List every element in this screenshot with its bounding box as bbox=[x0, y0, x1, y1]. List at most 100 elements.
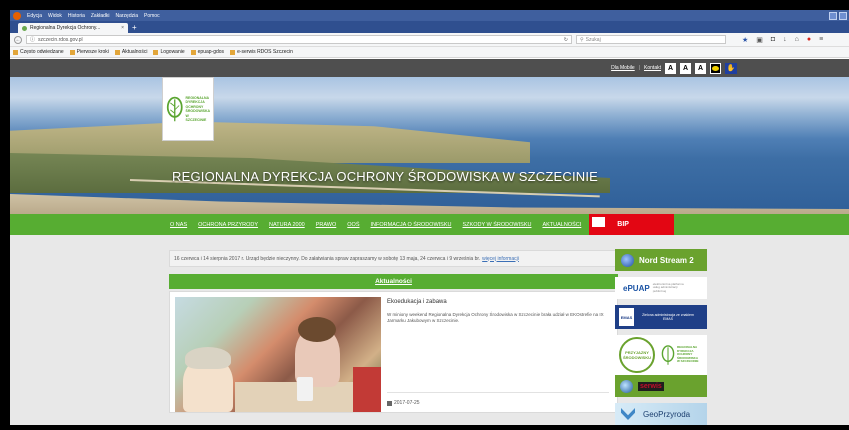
eco-seal-icon: PRZYJAZNY ŚRODOWISKU bbox=[619, 337, 655, 373]
menu-icon[interactable]: ≡ bbox=[819, 36, 823, 44]
bookmark-item[interactable]: Często odwiedzane bbox=[13, 49, 64, 55]
geoprzyroda-banner[interactable]: GeoPrzyroda bbox=[615, 403, 707, 425]
nav-informacja[interactable]: INFORMACJA O ŚRODOWISKU bbox=[371, 222, 452, 228]
favicon-icon bbox=[22, 25, 27, 31]
reload-icon[interactable]: ↻ bbox=[564, 37, 568, 43]
bookmark-icon bbox=[13, 49, 18, 55]
utility-bar: Dla Mobile | Kontakt A A A ✋ bbox=[10, 59, 849, 77]
news-article: Ekoedukacja i zabawa W miniony weekend R… bbox=[169, 291, 618, 413]
article-excerpt: W miniony weekend Regionalna Dyrekcja Oc… bbox=[387, 312, 604, 323]
geoprzyroda-label: GeoPrzyroda bbox=[643, 409, 691, 419]
green-logos[interactable]: PRZYJAZNY ŚRODOWISKU REGIONALNA DYREKCJA… bbox=[615, 335, 707, 375]
article-title[interactable]: Ekoedukacja i zabawa bbox=[387, 299, 447, 305]
news-column: 16 czerwca i 14 sierpnia 2017 r. Urząd b… bbox=[169, 250, 618, 425]
info-icon[interactable]: ⓘ bbox=[30, 36, 35, 43]
nav-ochrona-przyrody[interactable]: OCHRONA PRZYRODY bbox=[198, 222, 258, 228]
bookmark-icon bbox=[190, 49, 196, 55]
section-heading[interactable]: Aktualności bbox=[169, 274, 618, 289]
search-input[interactable]: ⚲ Szukaj bbox=[576, 35, 726, 44]
search-placeholder: Szukaj bbox=[585, 36, 601, 43]
bookmark-label: Pierwsze kroki bbox=[76, 49, 109, 55]
bookmark-star-icon[interactable]: ★ bbox=[742, 36, 748, 44]
firefox-icon bbox=[13, 11, 21, 20]
pocket-icon[interactable]: ◘ bbox=[771, 36, 775, 44]
minimize-button[interactable] bbox=[829, 11, 837, 20]
back-button[interactable]: ← bbox=[14, 35, 22, 44]
bookmark-item[interactable]: e-serwis RDOS Szczecin bbox=[230, 49, 293, 55]
gios-banner[interactable]: serwis bbox=[615, 375, 707, 397]
high-contrast-icon[interactable] bbox=[710, 62, 721, 74]
notice-more-link[interactable]: więcej informacji bbox=[482, 256, 519, 262]
menu-tools[interactable]: Narzędzia bbox=[116, 13, 139, 19]
bookmark-label: Aktualności bbox=[121, 49, 148, 55]
nord-stream-label: Nord Stream 2 bbox=[639, 255, 694, 265]
rdos-small-logo: REGIONALNA DYREKCJA OCHRONY ŚRODOWISKA W… bbox=[661, 344, 699, 366]
tab-bar: Regionalna Dyrekcja Ochrony... × + bbox=[10, 21, 849, 33]
article-date: 2017-07-25 bbox=[387, 400, 420, 406]
menu-bookmarks[interactable]: Zakładki bbox=[91, 13, 110, 19]
nav-natura-2000[interactable]: NATURA 2000 bbox=[269, 222, 305, 228]
library-icon[interactable]: ▣ bbox=[756, 36, 763, 44]
home-icon[interactable]: ⌂ bbox=[795, 36, 799, 44]
site-logo[interactable]: REGIONALNA DYREKCJA OCHRONY ŚRODOWISKA W… bbox=[162, 77, 214, 141]
menu-edit[interactable]: Edycja bbox=[27, 13, 42, 19]
bookmarks-bar: Często odwiedzane Pierwsze kroki Aktualn… bbox=[10, 47, 849, 58]
url-text: szczecin.rdos.gov.pl bbox=[38, 36, 83, 43]
sidebar-banners: Nord Stream 2 ePUAP elektroniczna platfo… bbox=[615, 249, 707, 425]
leaf-icon bbox=[166, 96, 183, 122]
logo-text: REGIONALNA DYREKCJA OCHRONY ŚRODOWISKA W… bbox=[185, 95, 211, 123]
epuap-banner[interactable]: ePUAP elektroniczna platforma usług admi… bbox=[615, 277, 707, 299]
emas-logo-icon: EMAS bbox=[619, 308, 634, 326]
bip-button[interactable]: BIP bbox=[589, 214, 675, 235]
bookmark-label: epuap-gdos bbox=[197, 49, 225, 55]
mobile-link[interactable]: Dla Mobile bbox=[611, 65, 635, 71]
nav-szkody[interactable]: SZKODY W ŚRODOWISKU bbox=[463, 222, 532, 228]
nav-toolbar: ← ⓘ szczecin.rdos.gov.pl ↻ ⚲ Szukaj ★ ▣ … bbox=[10, 33, 849, 47]
new-tab-button[interactable]: + bbox=[132, 23, 137, 33]
emas-banner[interactable]: EMAS Zielona administracja ze znakiem EM… bbox=[615, 305, 707, 329]
sign-language-icon[interactable]: ✋ bbox=[725, 62, 737, 74]
bookmark-icon bbox=[153, 49, 159, 55]
close-tab-icon[interactable]: × bbox=[121, 25, 124, 31]
menu-view[interactable]: Widok bbox=[48, 13, 62, 19]
menu-help[interactable]: Pomoc bbox=[144, 13, 160, 19]
font-small-button[interactable]: A bbox=[665, 62, 676, 74]
bookmark-item[interactable]: Logowanie bbox=[153, 49, 185, 55]
address-bar[interactable]: ⓘ szczecin.rdos.gov.pl ↻ bbox=[26, 35, 572, 44]
contact-link[interactable]: Kontakt bbox=[644, 65, 661, 71]
menu-history[interactable]: Historia bbox=[68, 13, 85, 19]
nav-o-nas[interactable]: O NAS bbox=[170, 222, 187, 228]
tab-title: Regionalna Dyrekcja Ochrony... bbox=[30, 25, 101, 31]
bookmark-icon bbox=[114, 49, 120, 55]
separator: | bbox=[638, 65, 641, 71]
chevron-icon bbox=[621, 408, 635, 420]
date-text: 2017-07-25 bbox=[394, 400, 420, 406]
download-icon[interactable]: ↓ bbox=[783, 36, 787, 44]
notice-box: 16 czerwca i 14 sierpnia 2017 r. Urząd b… bbox=[169, 250, 618, 267]
nav-oos[interactable]: OOŚ bbox=[347, 222, 359, 228]
nord-stream-banner[interactable]: Nord Stream 2 bbox=[615, 249, 707, 271]
font-large-button[interactable]: A bbox=[695, 62, 706, 74]
tab-rdos[interactable]: Regionalna Dyrekcja Ochrony... × bbox=[18, 23, 128, 33]
bip-label: BIP bbox=[617, 221, 629, 228]
article-image[interactable] bbox=[175, 297, 381, 412]
bip-flag-icon bbox=[592, 217, 606, 232]
adblock-icon[interactable]: ● bbox=[807, 36, 811, 44]
font-medium-button[interactable]: A bbox=[680, 62, 691, 74]
toolbar-icons: ★ ▣ ◘ ↓ ⌂ ● ≡ bbox=[742, 36, 823, 44]
bookmark-label: Logowanie bbox=[160, 49, 185, 55]
globe-icon bbox=[621, 253, 634, 267]
close-window-button[interactable] bbox=[839, 11, 847, 20]
divider bbox=[387, 392, 609, 393]
bookmark-label: e-serwis RDOS Szczecin bbox=[237, 49, 293, 55]
header-banner: REGIONALNA DYREKCJA OCHRONY ŚRODOWISKA W… bbox=[10, 77, 849, 214]
bookmark-item[interactable]: Aktualności bbox=[114, 49, 148, 55]
bookmark-icon bbox=[230, 49, 236, 55]
bookmark-item[interactable]: epuap-gdos bbox=[190, 49, 225, 55]
window-controls bbox=[829, 11, 849, 20]
bookmark-item[interactable]: Pierwsze kroki bbox=[69, 49, 109, 55]
bookmark-icon bbox=[69, 49, 75, 55]
nav-aktualnosci[interactable]: AKTUALNOŚCI bbox=[542, 222, 581, 228]
nav-prawo[interactable]: PRAWO bbox=[316, 222, 337, 228]
menu-bar: Edycja Widok Historia Zakładki Narzędzia… bbox=[10, 10, 849, 21]
